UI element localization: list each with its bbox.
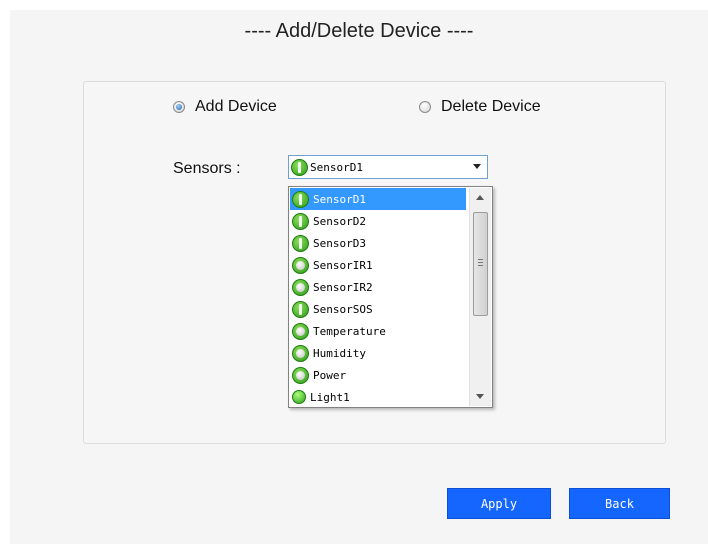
sensors-label: Sensors : xyxy=(173,160,241,177)
dropdown-option-label: SensorD2 xyxy=(313,214,366,228)
dropdown-option-label: SensorD1 xyxy=(313,192,366,206)
dropdown-option-label: Humidity xyxy=(313,346,366,360)
dropdown-option-sensorsos[interactable]: SensorSOS xyxy=(290,298,466,320)
green-bar-icon xyxy=(292,234,309,252)
sensors-dropdown-list: SensorD1 SensorD2 SensorD3 SensorIR1 Sen… xyxy=(288,186,493,408)
scroll-down-arrow-icon[interactable] xyxy=(476,394,484,399)
dropdown-option-sensorir2[interactable]: SensorIR2 xyxy=(290,276,466,298)
dropdown-option-label: Temperature xyxy=(313,324,386,338)
dropdown-option-label: SensorD3 xyxy=(313,236,366,250)
green-ring-icon xyxy=(292,256,309,274)
device-panel: Add Device Delete Device Sensors : Senso… xyxy=(83,81,666,444)
delete-device-label: Delete Device xyxy=(441,98,541,115)
dropdown-option-label: SensorIR2 xyxy=(313,280,373,294)
add-device-radio[interactable] xyxy=(173,101,185,113)
page: ---- Add/Delete Device ---- Add Device D… xyxy=(10,10,708,544)
delete-device-radio[interactable] xyxy=(419,101,431,113)
green-ring-icon xyxy=(292,278,309,296)
dropdown-option-power[interactable]: Power xyxy=(290,364,466,386)
dropdown-option-label: Light1 xyxy=(310,390,350,404)
green-bar-icon xyxy=(292,190,309,208)
green-dot-icon xyxy=(292,390,306,404)
dropdown-option-sensord3[interactable]: SensorD3 xyxy=(290,232,466,254)
scroll-up-arrow-icon[interactable] xyxy=(476,195,484,200)
scrollbar-thumb[interactable] xyxy=(473,212,488,316)
sensors-select[interactable]: SensorD1 xyxy=(288,155,488,179)
dropdown-option-humidity[interactable]: Humidity xyxy=(290,342,466,364)
dropdown-option-sensorir1[interactable]: SensorIR1 xyxy=(290,254,466,276)
green-ring-icon xyxy=(292,366,309,384)
back-button[interactable]: Back xyxy=(569,488,670,519)
dropdown-option-temperature[interactable]: Temperature xyxy=(290,320,466,342)
green-ring-icon xyxy=(292,344,309,362)
add-device-option[interactable]: Add Device xyxy=(173,97,277,117)
page-title: ---- Add/Delete Device ---- xyxy=(244,20,474,42)
dropdown-option-sensord2[interactable]: SensorD2 xyxy=(290,210,466,232)
grip-icon xyxy=(478,259,483,266)
sensors-selected-value: SensorD1 xyxy=(310,160,363,174)
green-bar-icon xyxy=(291,158,308,176)
dropdown-scrollbar[interactable] xyxy=(469,188,491,406)
dropdown-option-sensord1[interactable]: SensorD1 xyxy=(290,188,466,210)
green-ring-icon xyxy=(292,322,309,340)
chevron-down-icon[interactable] xyxy=(473,164,481,169)
apply-button[interactable]: Apply xyxy=(447,488,551,519)
green-bar-icon xyxy=(292,300,309,318)
dropdown-option-label: Power xyxy=(313,368,347,382)
dropdown-option-label: SensorIR1 xyxy=(313,258,373,272)
dropdown-option-light1[interactable]: Light1 xyxy=(290,386,466,407)
delete-device-option[interactable]: Delete Device xyxy=(419,97,541,117)
green-bar-icon xyxy=(292,212,309,230)
dropdown-option-label: SensorSOS xyxy=(313,302,373,316)
add-device-label: Add Device xyxy=(195,98,277,115)
